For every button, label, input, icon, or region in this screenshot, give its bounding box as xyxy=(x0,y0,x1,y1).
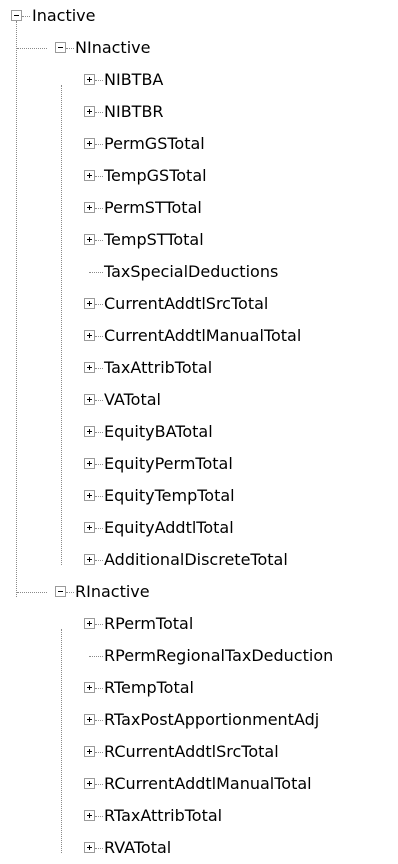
collapse-icon[interactable] xyxy=(55,42,66,53)
expand-icon[interactable] xyxy=(84,234,95,245)
tree-node-label[interactable]: Inactive xyxy=(32,0,96,32)
tree-connector-h xyxy=(89,656,103,657)
tree-connector-h xyxy=(95,752,103,753)
tree-connector-h xyxy=(95,80,103,81)
tree-connector-root xyxy=(16,21,17,597)
tree-node-label[interactable]: EquityPermTotal xyxy=(104,448,233,480)
tree-connector-h xyxy=(95,688,103,689)
expand-icon[interactable] xyxy=(84,842,95,853)
tree-node-label[interactable]: TempGSTotal xyxy=(104,160,207,192)
expand-icon[interactable] xyxy=(84,362,95,373)
tree-node-label[interactable]: NIBTBA xyxy=(104,64,163,96)
tree-node-label[interactable]: TaxAttribTotal xyxy=(104,352,212,384)
expand-icon[interactable] xyxy=(84,778,95,789)
expand-icon[interactable] xyxy=(84,714,95,725)
tree-node-label[interactable]: PermGSTotal xyxy=(104,128,205,160)
tree-connector-h xyxy=(95,304,103,305)
expand-icon[interactable] xyxy=(84,106,95,117)
tree-connector-h xyxy=(95,400,103,401)
tree-connector-h xyxy=(95,784,103,785)
tree-connector-h xyxy=(95,336,103,337)
tree-node-label[interactable]: EquityAddtlTotal xyxy=(104,512,234,544)
expand-icon[interactable] xyxy=(84,74,95,85)
expand-icon[interactable] xyxy=(84,458,95,469)
tree-connector-h xyxy=(95,240,103,241)
tree-node-label[interactable]: RVATotal xyxy=(104,832,171,864)
expand-icon[interactable] xyxy=(84,682,95,693)
expand-icon[interactable] xyxy=(84,394,95,405)
tree-connector-h xyxy=(17,48,47,49)
tree-connector-h xyxy=(95,720,103,721)
tree-node-label[interactable]: TempSTTotal xyxy=(104,224,204,256)
tree-view[interactable]: Inactive NInactive NIBTBA NIBTBR PermGST… xyxy=(0,0,398,864)
expand-icon[interactable] xyxy=(84,618,95,629)
expand-icon[interactable] xyxy=(84,554,95,565)
tree-node-label[interactable]: RTaxPostApportionmentAdj xyxy=(104,704,319,736)
tree-node-label[interactable]: RCurrentAddtlManualTotal xyxy=(104,768,312,800)
tree-connector-h xyxy=(95,176,103,177)
tree-connector-h xyxy=(95,496,103,497)
tree-connector-h xyxy=(95,112,103,113)
tree-connector-h xyxy=(95,368,103,369)
expand-icon[interactable] xyxy=(84,170,95,181)
expand-icon[interactable] xyxy=(84,426,95,437)
tree-node-label[interactable]: VATotal xyxy=(104,384,161,416)
tree-node-label[interactable]: CurrentAddtlManualTotal xyxy=(104,320,301,352)
tree-connector-h xyxy=(95,144,103,145)
expand-icon[interactable] xyxy=(84,202,95,213)
expand-icon[interactable] xyxy=(84,298,95,309)
tree-node-label[interactable]: EquityBATotal xyxy=(104,416,213,448)
tree-node-label[interactable]: NInactive xyxy=(75,32,150,64)
tree-node-label[interactable]: NIBTBR xyxy=(104,96,164,128)
tree-connector-h xyxy=(95,560,103,561)
tree-node-label[interactable]: RCurrentAddtlSrcTotal xyxy=(104,736,279,768)
tree-connector-h xyxy=(89,272,103,273)
tree-connector-group-0 xyxy=(61,85,62,565)
tree-connector-h xyxy=(22,16,30,17)
tree-connector-h xyxy=(95,848,103,849)
expand-icon[interactable] xyxy=(84,330,95,341)
tree-node-label[interactable]: EquityTempTotal xyxy=(104,480,235,512)
tree-node-label[interactable]: RTaxAttribTotal xyxy=(104,800,222,832)
tree-connector-h xyxy=(17,592,47,593)
tree-node-label[interactable]: CurrentAddtlSrcTotal xyxy=(104,288,268,320)
tree-connector-group-1 xyxy=(61,629,62,853)
tree-connector-h xyxy=(66,48,74,49)
tree-node-label[interactable]: TaxSpecialDeductions xyxy=(104,256,278,288)
expand-icon[interactable] xyxy=(84,810,95,821)
tree-connector-h xyxy=(66,592,74,593)
collapse-icon[interactable] xyxy=(55,586,66,597)
expand-icon[interactable] xyxy=(84,522,95,533)
tree-node-label[interactable]: RPermTotal xyxy=(104,608,193,640)
tree-connector-h xyxy=(95,624,103,625)
tree-connector-h xyxy=(95,432,103,433)
expand-icon[interactable] xyxy=(84,746,95,757)
expand-icon[interactable] xyxy=(84,138,95,149)
tree-connector-h xyxy=(95,464,103,465)
expand-icon[interactable] xyxy=(84,490,95,501)
tree-node-label[interactable]: RInactive xyxy=(75,576,150,608)
collapse-icon[interactable] xyxy=(11,10,22,21)
tree-connector-h xyxy=(95,528,103,529)
tree-node-label[interactable]: RTempTotal xyxy=(104,672,194,704)
tree-connector-h xyxy=(95,816,103,817)
tree-node-label[interactable]: AdditionalDiscreteTotal xyxy=(104,544,288,576)
tree-connector-h xyxy=(95,208,103,209)
tree-node-label[interactable]: RPermRegionalTaxDeduction xyxy=(104,640,333,672)
tree-node-label[interactable]: PermSTTotal xyxy=(104,192,202,224)
